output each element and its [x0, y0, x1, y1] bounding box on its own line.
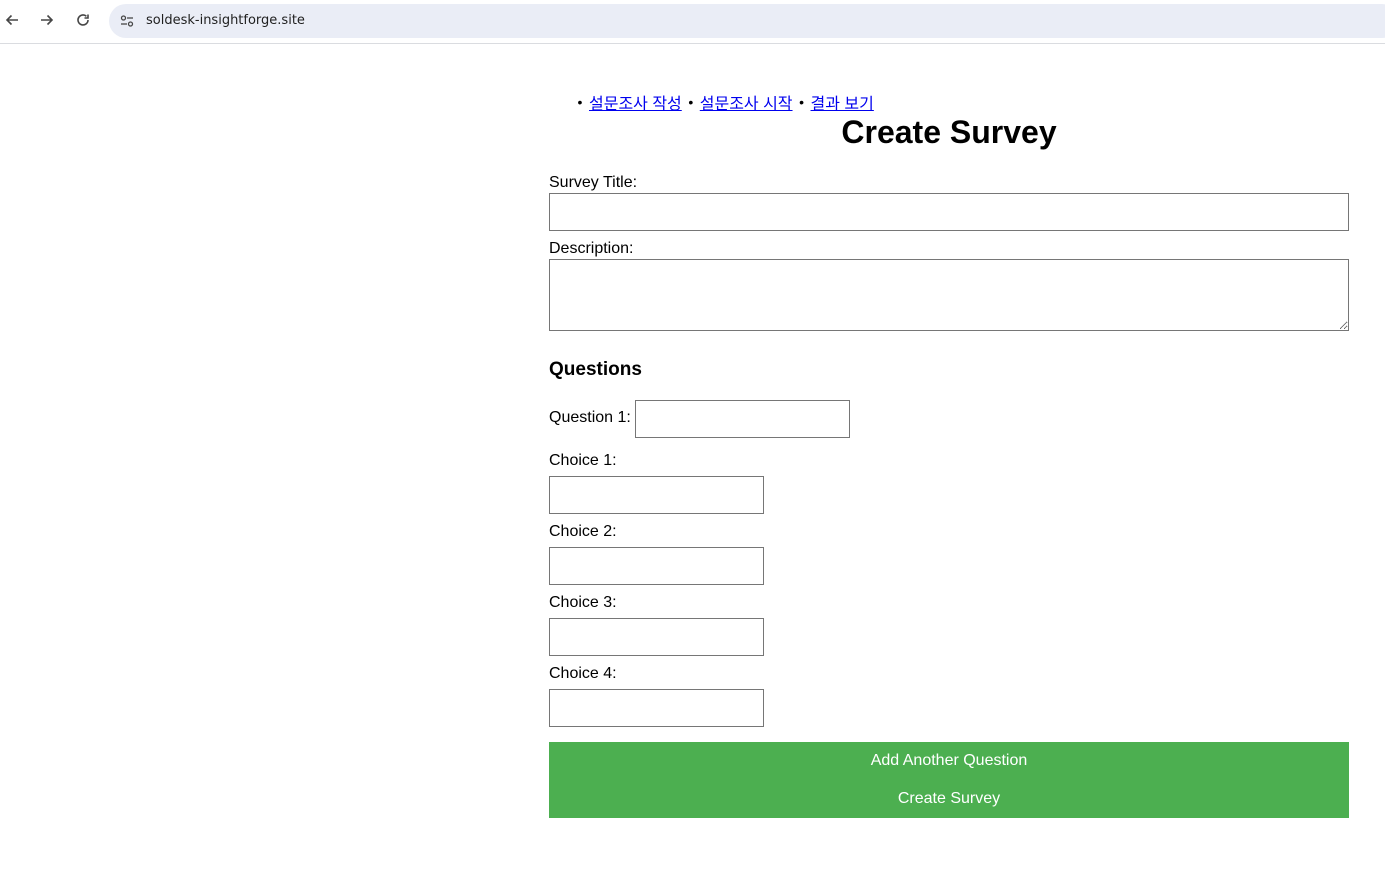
button-area: Add Another Question Create Survey [549, 742, 1349, 818]
survey-title-label: Survey Title: [549, 174, 638, 191]
forward-button[interactable] [35, 8, 59, 32]
nav-link-view-results[interactable]: 결과 보기 [811, 90, 874, 114]
description-label: Description: [549, 240, 634, 257]
questions-heading: Questions [549, 359, 642, 380]
choice-input[interactable] [549, 689, 764, 727]
arrow-left-icon [5, 14, 18, 26]
browser-toolbar: soldesk-insightforge.site [0, 0, 1385, 44]
choice-label: Choice 4: [549, 665, 617, 682]
arrow-right-icon [41, 14, 54, 26]
choice-input[interactable] [549, 476, 764, 514]
reload-button[interactable] [71, 8, 95, 32]
choice-label: Choice 3: [549, 594, 617, 611]
choice-label: Choice 2: [549, 523, 617, 540]
top-nav: • 설문조사 작성 • 설문조사 시작 • 결과 보기 [571, 90, 874, 114]
back-button[interactable] [0, 8, 24, 32]
address-bar[interactable]: soldesk-insightforge.site [109, 4, 1385, 38]
choice-label: Choice 1: [549, 452, 617, 469]
url-text: soldesk-insightforge.site [146, 13, 305, 28]
nav-item: • 설문조사 작성 [571, 90, 682, 114]
nav-item: • 설문조사 시작 [682, 90, 793, 114]
description-textarea[interactable] [549, 259, 1349, 331]
question-input[interactable] [635, 400, 850, 438]
choice-input[interactable] [549, 547, 764, 585]
nav-item: • 결과 보기 [793, 90, 874, 114]
reload-icon [77, 14, 89, 26]
page-title: Create Survey [841, 114, 1057, 150]
add-question-button[interactable]: Add Another Question [549, 742, 1349, 780]
survey-title-input[interactable] [549, 193, 1349, 231]
nav-link-start-survey[interactable]: 설문조사 시작 [700, 90, 793, 114]
site-info-icon[interactable] [115, 9, 139, 33]
create-survey-button[interactable]: Create Survey [549, 780, 1349, 818]
nav-link-create-survey[interactable]: 설문조사 작성 [589, 90, 682, 114]
question-label: Question 1: [549, 409, 631, 426]
choice-input[interactable] [549, 618, 764, 656]
